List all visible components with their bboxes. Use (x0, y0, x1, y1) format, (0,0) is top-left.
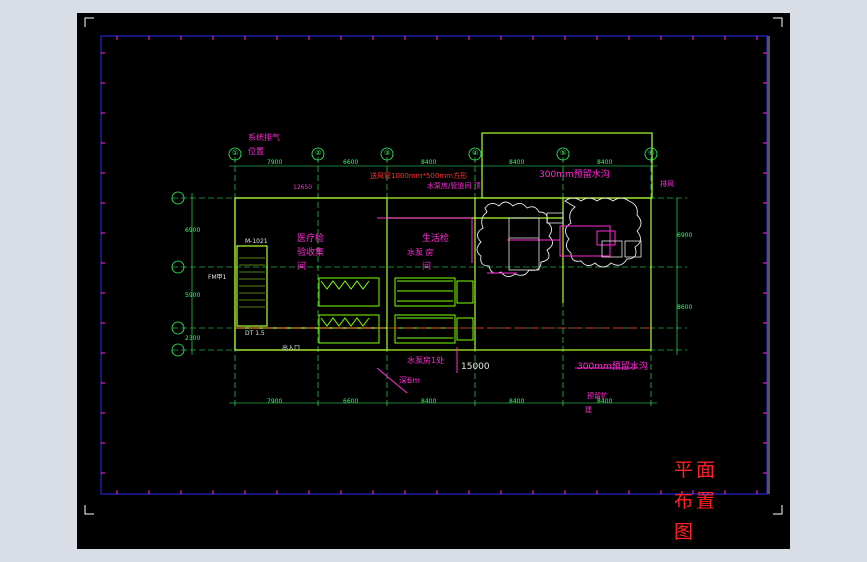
label-wm: M-1021 (245, 238, 268, 245)
frame-ticks (101, 36, 767, 494)
title-char-1: 平 (674, 459, 694, 481)
note-depth: 深6m (399, 376, 420, 385)
dim-span: 12650 (293, 184, 313, 191)
note-duct-2: 水泵房/管道间 顶 (427, 182, 481, 190)
dim-top-2: 6600 (343, 159, 359, 166)
dim-right-1: 6900 (677, 232, 693, 239)
axis-label-5: ⑤ (560, 149, 567, 157)
dim-left-1: 6900 (185, 227, 201, 234)
label-out: 出入口 (282, 345, 301, 352)
axis-label-4: ④ (472, 149, 479, 157)
dim-bottom-5: 8400 (597, 398, 613, 405)
dim-bottom-3: 8400 (421, 398, 437, 405)
room-label-2: 验收集 (297, 248, 325, 258)
drawing-frame (100, 35, 768, 495)
axis-label-3: ③ (384, 149, 391, 157)
axis-label-1: ① (232, 149, 239, 157)
dim-left-3: 2300 (185, 335, 201, 342)
dim-right-2: 8600 (677, 304, 693, 311)
dim-bottom-1: 7900 (267, 398, 283, 405)
room-label-3: 间 (297, 262, 307, 272)
corner-marks (84, 17, 783, 515)
revision-cloud (476, 201, 553, 277)
stair (239, 257, 265, 308)
dim-bottom-2: 6600 (343, 398, 359, 405)
title-char-5: 图 (674, 521, 694, 543)
title-char-3: 布 (674, 490, 694, 512)
dim-top-5: 8400 (597, 159, 613, 166)
note-exhaust: 系统排气 (248, 133, 280, 142)
note-exhaust-position: 位置 (248, 147, 264, 156)
note-exhaust-right: 排风 (660, 180, 674, 188)
dim-left-2: 5900 (185, 292, 201, 299)
room-label-4: 生活检 (422, 234, 450, 244)
axis-label-6: ⑥ (648, 149, 655, 157)
title-char-2: 面 (696, 459, 716, 481)
room-label-1: 医疗检 (297, 234, 325, 244)
note-duct: 送风管1000mm*500mm方形 (370, 172, 467, 180)
dim-top-3: 8400 (421, 159, 437, 166)
equipment (318, 277, 474, 344)
note-reserve-bottom: 300mm预留水沟 (577, 362, 648, 372)
dim-total: 15000 (461, 362, 490, 372)
note-pit: 水泵房1处 (407, 356, 445, 365)
dim-bottom-4: 8400 (509, 398, 525, 405)
room-details (508, 212, 642, 271)
room-label-6: 间 (422, 262, 432, 272)
dim-top-4: 8400 (509, 159, 525, 166)
cad-viewport[interactable]: 系统排气 位置 送风管1000mm*500mm方形 水泵房/管道间 顶 300m… (77, 13, 790, 549)
room-label-5: 水泵 房 (407, 248, 434, 257)
title-char-4: 置 (696, 490, 716, 512)
note-expand-2: 建 (585, 406, 592, 414)
label-fm: FM甲1 (208, 274, 227, 281)
note-reserve-top: 300mm预留水沟 (539, 170, 610, 180)
label-dt: DT 1.5 (245, 330, 265, 337)
dim-top-1: 7900 (267, 159, 283, 166)
axis-label-2: ② (315, 149, 322, 157)
